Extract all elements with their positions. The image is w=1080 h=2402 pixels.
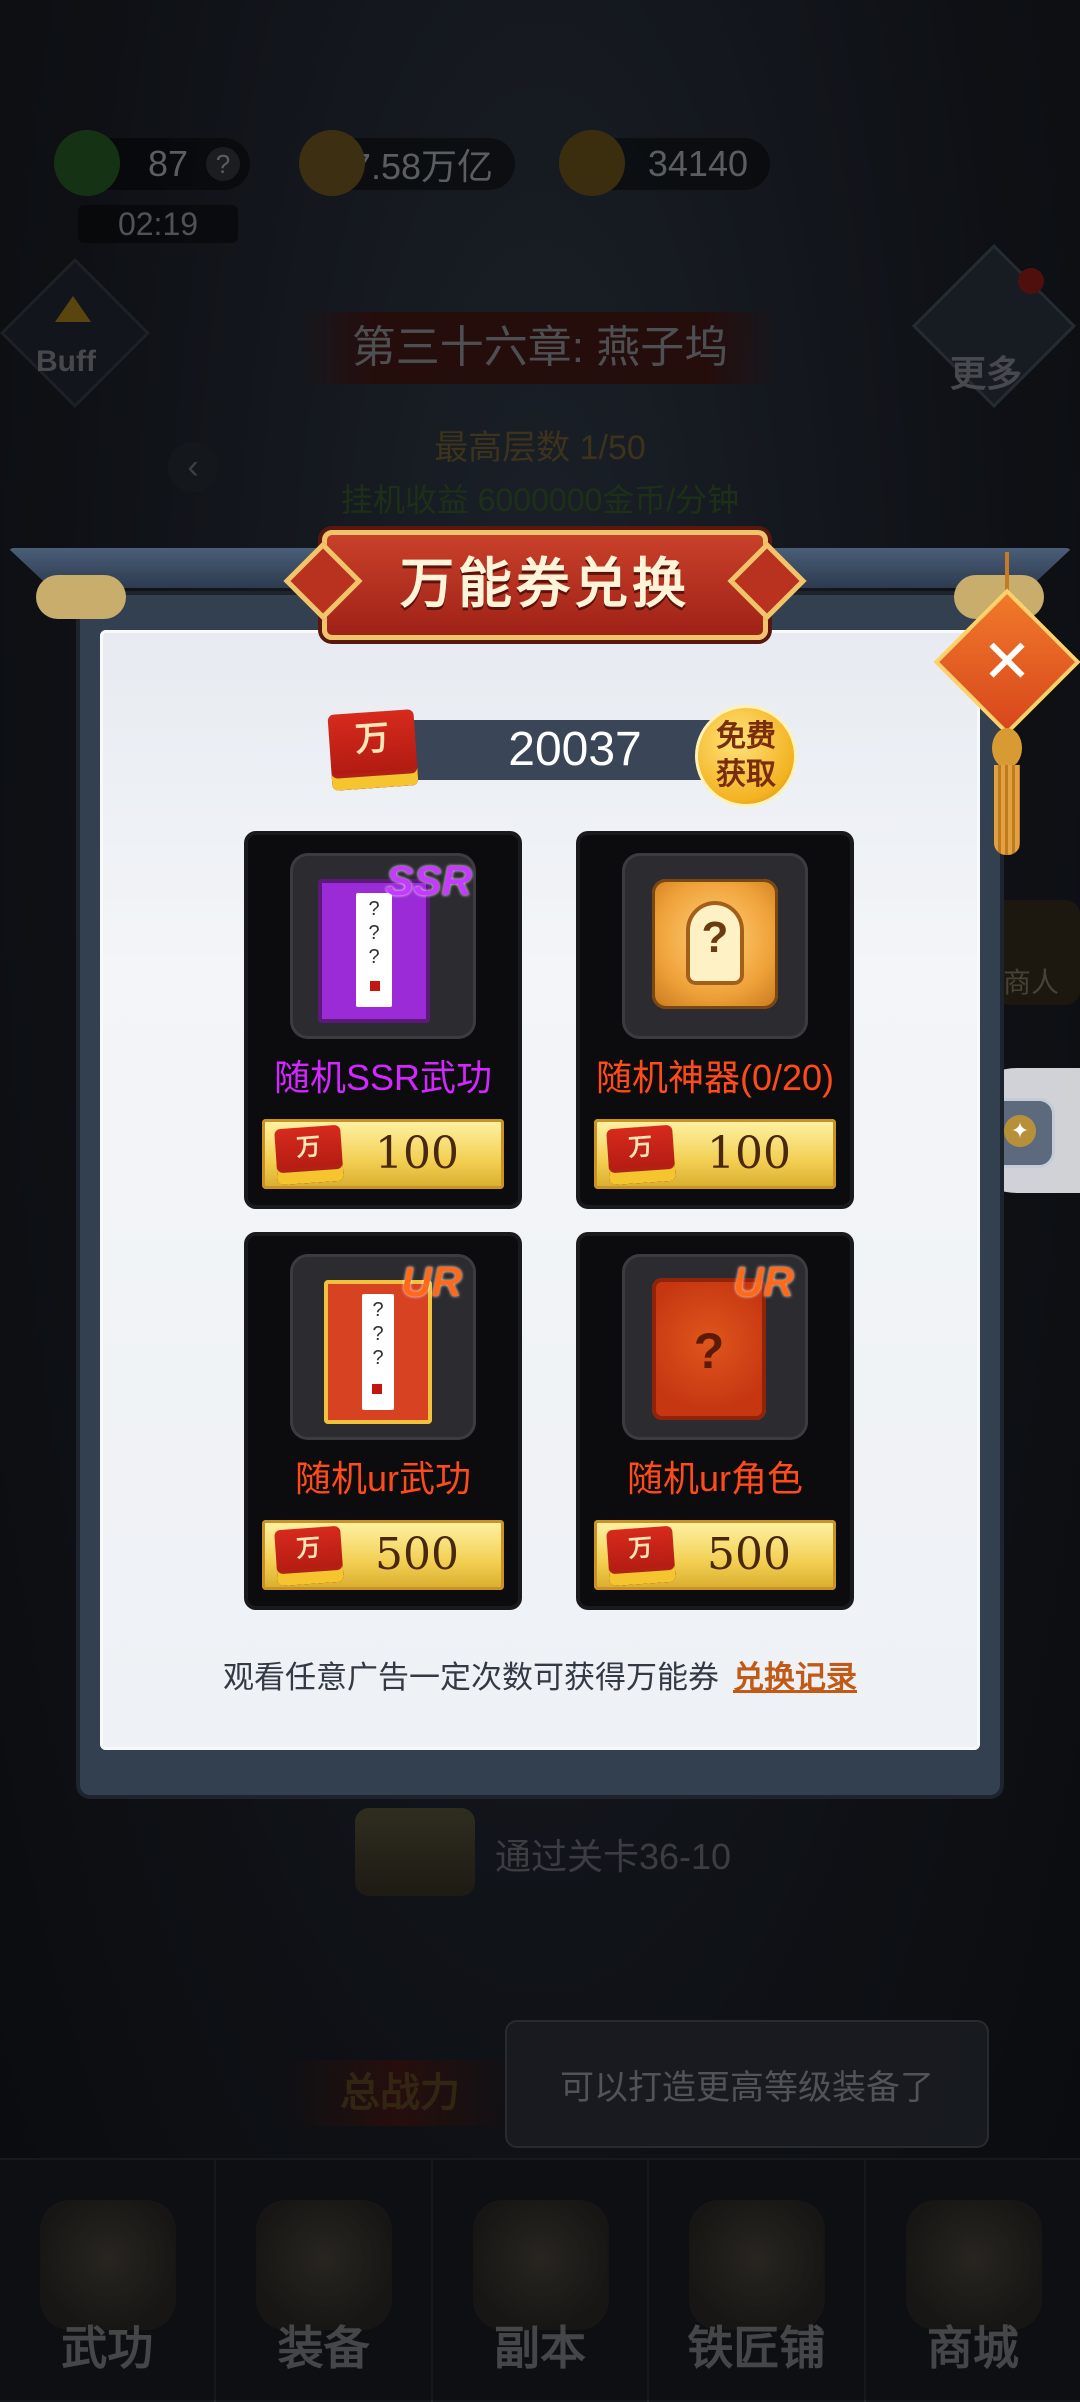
free-get-button[interactable]: 免费获取 xyxy=(695,705,797,807)
rarity-badge: SSR xyxy=(385,857,472,904)
tassel-knot xyxy=(992,728,1022,768)
close-icon[interactable]: ✕ xyxy=(955,610,1059,714)
dialog-title-banner: 万能券兑换 xyxy=(322,530,768,640)
exchange-button[interactable]: 万 100 xyxy=(594,1119,836,1189)
free-get-label: 免费获取 xyxy=(716,720,776,791)
universal-ticket-icon: 万 xyxy=(274,1525,344,1587)
item-price: 500 xyxy=(375,1529,459,1580)
item-name: 随机SSR武功 xyxy=(273,1057,493,1098)
item-icon-frame: ? UR xyxy=(622,1254,808,1440)
rarity-badge: UR xyxy=(733,1258,794,1305)
item-name: 随机ur武功 xyxy=(294,1458,471,1499)
footer-text: 观看任意广告一定次数可获得万能券 xyxy=(223,1660,719,1695)
exchange-button[interactable]: 万 500 xyxy=(262,1520,504,1590)
universal-ticket-icon: 万 xyxy=(606,1525,676,1587)
exchange-item-card[interactable]: ??? SSR 随机SSR武功 万 100 xyxy=(248,835,518,1205)
item-price: 100 xyxy=(375,1128,459,1179)
item-icon-frame: ??? UR xyxy=(290,1254,476,1440)
item-icon-frame: ? xyxy=(622,853,808,1039)
exchange-item-card[interactable]: ? UR 随机ur角色 万 500 xyxy=(580,1236,850,1606)
universal-ticket-icon: 万 xyxy=(327,709,419,791)
item-price: 100 xyxy=(707,1128,791,1179)
universal-ticket-icon: 万 xyxy=(606,1124,676,1186)
dialog-title: 万能券兑换 xyxy=(400,551,690,615)
item-price: 500 xyxy=(707,1529,791,1580)
rarity-badge: UR xyxy=(401,1258,462,1305)
item-name: 随机ur角色 xyxy=(626,1458,803,1499)
exchange-button[interactable]: 万 100 xyxy=(262,1119,504,1189)
item-name: 随机神器(0/20) xyxy=(595,1057,835,1098)
item-icon-frame: ??? SSR xyxy=(290,853,476,1039)
footer-note: 观看任意广告一定次数可获得万能券 兑换记录 xyxy=(0,1652,1080,1697)
exchange-history-link[interactable]: 兑换记录 xyxy=(733,1660,857,1695)
universal-ticket-icon: 万 xyxy=(274,1124,344,1186)
exchange-item-card[interactable]: ??? UR 随机ur武功 万 500 xyxy=(248,1236,518,1606)
artifact-helmet-icon: ? xyxy=(652,879,778,1009)
exchange-item-card[interactable]: ? 随机神器(0/20) 万 100 xyxy=(580,835,850,1205)
tassel-icon xyxy=(994,765,1020,855)
beam-ornament-left xyxy=(36,575,126,619)
exchange-button[interactable]: 万 500 xyxy=(594,1520,836,1590)
